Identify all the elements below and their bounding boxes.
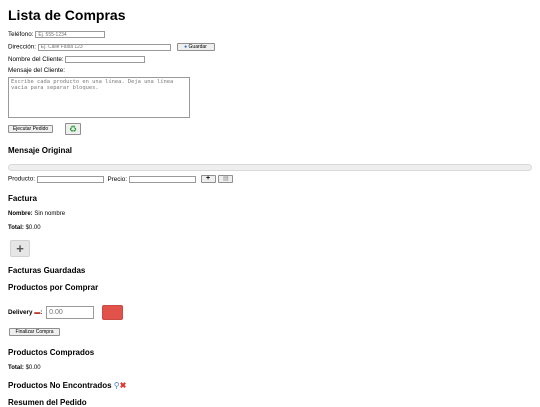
phone-label: Teléfono: — [8, 31, 34, 39]
invoice-heading: Factura — [8, 194, 37, 203]
cross-icon: ✖ — [119, 381, 127, 390]
recycle-icon: ♻ — [68, 124, 78, 134]
address-row: Dirección: ● Guardar — [8, 43, 215, 52]
trash-icon: ▤ — [222, 176, 229, 182]
price-input[interactable] — [128, 175, 196, 183]
client-name-input[interactable] — [65, 56, 146, 63]
delivery-input[interactable] — [46, 306, 95, 319]
price-label: Precio: — [107, 175, 128, 183]
invoice-name-value: Sin nombre — [34, 211, 66, 217]
delivery-label: Delivery — [8, 309, 33, 317]
saved-invoices-heading: Facturas Guardadas — [8, 266, 86, 275]
client-message-label: Mensaje del Cliente: — [8, 67, 66, 74]
invoice-name-label: Nombre: — [8, 211, 33, 217]
page-title: Lista de Compras — [8, 7, 126, 23]
plus-icon: + — [16, 241, 24, 256]
not-found-heading: Productos No Encontrados ⚲✖ — [8, 381, 126, 390]
invoice-total-value: $0.00 — [25, 225, 41, 231]
address-input[interactable] — [37, 43, 171, 51]
bought-total-label: Total: — [8, 365, 24, 371]
address-label: Dirección: — [8, 43, 36, 51]
product-label: Producto: — [8, 175, 35, 183]
finish-purchase-label: Finalizar Compra — [15, 329, 54, 335]
client-name-label: Nombre del Cliente: — [8, 56, 64, 64]
bought-heading: Productos Comprados — [8, 348, 95, 357]
summary-heading: Resumen del Pedido — [8, 398, 87, 407]
phone-input[interactable] — [35, 31, 106, 38]
client-message-textarea[interactable] — [8, 77, 190, 118]
bought-total-row: Total: $0.00 — [8, 365, 41, 371]
add-invoice-button[interactable]: + — [10, 240, 30, 257]
user-icon: ● — [184, 44, 188, 50]
invoice-name-row: Nombre: Sin nombre — [8, 211, 65, 217]
original-message-bar — [8, 164, 532, 171]
phone-row: Teléfono: — [8, 31, 106, 39]
delivery-row: Delivery ▬: — [8, 305, 123, 320]
save-button[interactable]: ● Guardar — [176, 43, 215, 51]
execute-order-label: Ejecutar Pedido — [12, 126, 49, 132]
bought-total-value: $0.00 — [25, 365, 41, 371]
product-input[interactable] — [36, 175, 104, 183]
invoice-total-row: Total: $0.00 — [8, 225, 41, 231]
motorcycle-icon: ▬ — [34, 310, 41, 317]
execute-order-button[interactable]: Ejecutar Pedido — [8, 125, 53, 133]
refresh-button[interactable]: ♻ — [65, 123, 81, 135]
not-found-heading-text: Productos No Encontrados — [8, 381, 112, 390]
save-button-label: Guardar — [188, 44, 207, 50]
plus-icon: + — [206, 175, 211, 182]
color-swatch-button[interactable] — [101, 305, 123, 320]
invoice-total-label: Total: — [8, 225, 24, 231]
to-buy-heading: Productos por Comprar — [8, 283, 99, 292]
add-product-button[interactable]: + — [200, 175, 216, 183]
client-name-row: Nombre del Cliente: — [8, 56, 146, 64]
finish-purchase-button[interactable]: Finalizar Compra — [9, 328, 60, 336]
delete-product-button[interactable]: ▤ — [218, 175, 234, 183]
original-message-heading: Mensaje Original — [8, 146, 73, 155]
product-entry-row: Producto: Precio: + ▤ — [8, 175, 234, 184]
